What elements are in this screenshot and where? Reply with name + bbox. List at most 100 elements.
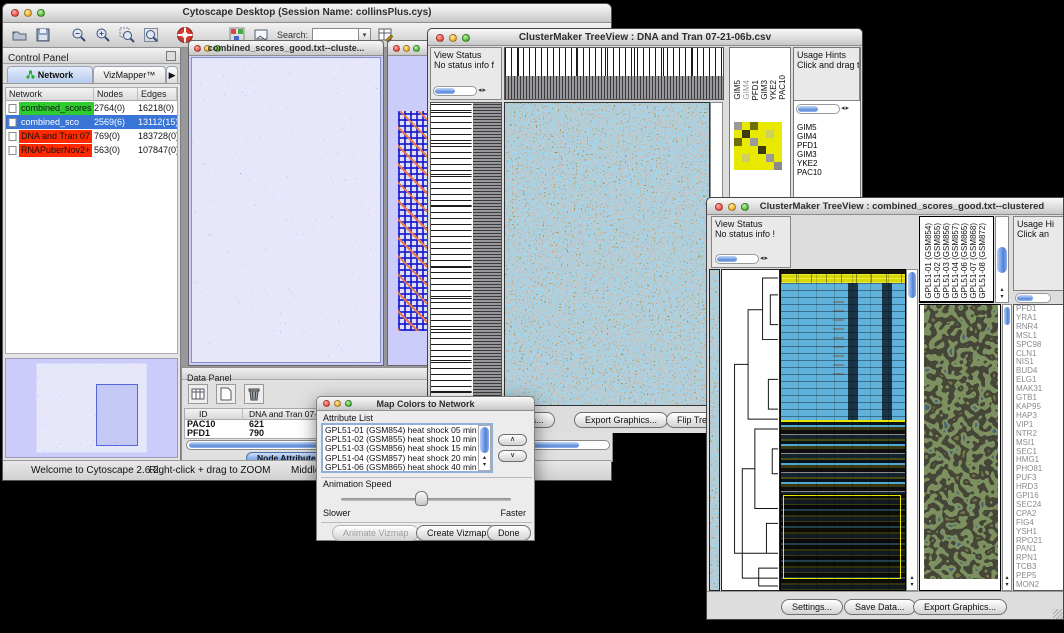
data-panel-title: Data Panel	[182, 373, 232, 383]
tv1-column-dendrogram[interactable]	[504, 47, 724, 100]
tv2-vscrollbar[interactable]: ▴▾	[906, 269, 918, 591]
data-row-id: PFD1	[185, 429, 243, 438]
tv2-labels-vscrollbar[interactable]: ▴▾	[995, 216, 1009, 303]
network-name: RNAPuberNov2+	[19, 144, 92, 157]
tab-network-label: Network	[38, 70, 74, 80]
network-row[interactable]: combined_sco 2569(6) 13112(15)	[6, 115, 177, 129]
tv1-status-scrollbar[interactable]: ◂▸	[433, 86, 486, 96]
attribute-listbox[interactable]: GPL51-01 (GSM854) heat shock 05 minGPL51…	[321, 423, 493, 473]
network-nodes: 2764(0)	[94, 102, 138, 115]
treeview2-title: ClusterMaker TreeView : combined_scores_…	[741, 201, 1063, 212]
speed-slider-thumb[interactable]	[415, 491, 428, 506]
tv1-column-label[interactable]: PAC10	[778, 75, 787, 100]
control-panel: Control Panel Network VizMapper™ ▶ Netwo…	[3, 48, 181, 460]
close-button[interactable]	[715, 203, 723, 211]
tv1-view-status-text: No status info f	[434, 60, 494, 70]
tv1-view-status-title: View Status	[434, 50, 481, 60]
tv1-column-label[interactable]: YKE2	[769, 80, 778, 100]
tv2-gene-list[interactable]: PFD1YRA1RNR4MSL1SPC98CLN1NIS1BUD4ELG1MAK…	[1013, 304, 1064, 591]
tv2-column-label[interactable]: GPL51-06 (GSM865)	[960, 223, 969, 299]
tab-vizmapper[interactable]: VizMapper™	[93, 66, 167, 83]
table-icon[interactable]	[188, 384, 208, 404]
zoom-selected-icon[interactable]	[117, 25, 137, 45]
tv2-view-status-panel: View Status No status info ! ◂▸	[711, 216, 791, 268]
network-row[interactable]: combined_scores 2764(0) 16218(0)	[6, 101, 177, 115]
tv1-column-label[interactable]: PFD1	[751, 80, 760, 100]
tv1-column-label[interactable]: GIM5	[733, 80, 742, 100]
zoom-in-icon[interactable]	[93, 25, 113, 45]
tv1-gene-list[interactable]: GIM5GIM4PFD1GIM3YKE2PAC10	[795, 124, 822, 177]
tv2-zoom-heatmap[interactable]	[924, 305, 998, 579]
move-up-button[interactable]: ∧	[498, 434, 527, 446]
network-row[interactable]: DNA and Tran 07 769(0) 183728(0)	[6, 129, 177, 143]
zoom-out-icon[interactable]	[69, 25, 89, 45]
animate-vizmap-button[interactable]: Animate Vizmap	[332, 525, 419, 541]
tv2-column-label[interactable]: GPL51-01 (GSM854)	[924, 223, 933, 299]
tv2-save-data-button[interactable]: Save Data...	[844, 599, 916, 615]
tv1-export-graphics-button[interactable]: Export Graphics...	[574, 412, 668, 428]
tv2-column-label[interactable]: GPL51-04 (GSM857)	[951, 223, 960, 299]
new-document-icon[interactable]	[216, 384, 236, 404]
tv1-usage-text: Click and drag to	[797, 60, 859, 70]
status-welcome: Welcome to Cytoscape 2.6.2	[31, 465, 159, 476]
tv2-button-bar: Settings... Save Data... Export Graphics…	[707, 591, 1064, 620]
close-button[interactable]	[393, 45, 400, 52]
tv2-usage-text: Click an	[1017, 229, 1049, 239]
tv1-usage-scrollbar[interactable]: ◂▸	[796, 104, 849, 114]
tv2-row-dendrogram[interactable]	[721, 269, 780, 591]
tv2-gene-item[interactable]: MON2	[1014, 581, 1064, 590]
tv2-column-label[interactable]: GPL51-02 (GSM855)	[933, 223, 942, 299]
tab-network[interactable]: Network	[7, 66, 93, 83]
tv2-zoom-panel	[919, 304, 1001, 591]
attribute-item[interactable]: GPL51-07 (GSM868) heat shock 60 min	[325, 472, 489, 473]
tv2-column-label[interactable]: GPL51-07 (GSM868)	[969, 223, 978, 299]
network1-titlebar[interactable]: combined_scores_good.txt--cluste...	[189, 41, 383, 56]
minimize-button[interactable]	[728, 203, 736, 211]
treeview1-title: ClusterMaker TreeView : DNA and Tran 07-…	[428, 32, 862, 43]
done-button[interactable]: Done	[487, 525, 531, 541]
network-overview[interactable]	[5, 358, 178, 458]
treeview2-titlebar[interactable]: ClusterMaker TreeView : combined_scores_…	[707, 198, 1063, 215]
minimize-button[interactable]	[403, 45, 410, 52]
tab-overflow-arrow[interactable]: ▶	[166, 66, 178, 83]
treeview1-titlebar[interactable]: ClusterMaker TreeView : DNA and Tran 07-…	[428, 29, 862, 46]
network-edges: 13112(15)	[138, 116, 177, 129]
tv1-usage-title: Usage Hints	[797, 50, 846, 60]
main-titlebar[interactable]: Cytoscape Desktop (Session Name: collins…	[3, 4, 611, 23]
tv1-view-status-panel: View Status No status info f ◂▸	[430, 47, 502, 100]
network-doc-icon	[8, 132, 17, 141]
save-icon[interactable]	[33, 25, 53, 45]
tv2-status-scrollbar[interactable]: ◂▸	[715, 254, 768, 264]
trash-icon[interactable]	[244, 384, 264, 404]
tv2-heatmap[interactable]	[780, 269, 906, 591]
move-down-button[interactable]: ∨	[498, 450, 527, 462]
tv2-zoom-vscrollbar[interactable]: ▴▾	[1002, 304, 1012, 591]
overview-viewport-rect[interactable]	[96, 384, 138, 446]
network-nodes: 563(0)	[94, 144, 138, 157]
tv2-global-view-strip[interactable]	[709, 269, 720, 591]
tv2-column-label[interactable]: GPL51-03 (GSM856)	[942, 223, 951, 299]
tv1-column-label[interactable]: GIM3	[760, 80, 769, 100]
tv1-gene-item[interactable]: PAC10	[795, 169, 822, 178]
attribute-list-vscrollbar[interactable]: ▴▾	[478, 425, 491, 471]
open-file-icon[interactable]	[9, 25, 29, 45]
zoom-fit-icon[interactable]	[141, 25, 161, 45]
network-view-window: combined_scores_good.txt--cluste...	[188, 40, 384, 366]
network-canvas[interactable]	[191, 57, 381, 363]
control-panel-title: Control Panel	[3, 53, 69, 64]
tv1-column-label[interactable]: GIM4	[742, 80, 751, 100]
tv1-correlation-matrix[interactable]	[734, 122, 782, 170]
resize-grip[interactable]	[1053, 609, 1064, 620]
tv2-column-label[interactable]: GPL51-08 (GSM872)	[978, 223, 987, 299]
tv1-heatmap[interactable]	[504, 102, 710, 406]
dialog-titlebar[interactable]: Map Colors to Network	[317, 397, 534, 411]
tv2-usage-hints-panel: Usage Hi Click an	[1013, 216, 1064, 291]
tv1-row-dendrogram[interactable]	[430, 102, 502, 406]
tv2-usage-scrollbar[interactable]	[1015, 293, 1051, 303]
network-row[interactable]: RNAPuberNov2+ 563(0) 107847(0)	[6, 143, 177, 157]
float-panel-icon[interactable]	[166, 51, 176, 61]
tv2-export-graphics-button[interactable]: Export Graphics...	[913, 599, 1007, 615]
zoom-button[interactable]	[413, 45, 420, 52]
create-vizmap-button[interactable]: Create Vizmap	[416, 525, 497, 541]
tv2-settings-button[interactable]: Settings...	[781, 599, 843, 615]
